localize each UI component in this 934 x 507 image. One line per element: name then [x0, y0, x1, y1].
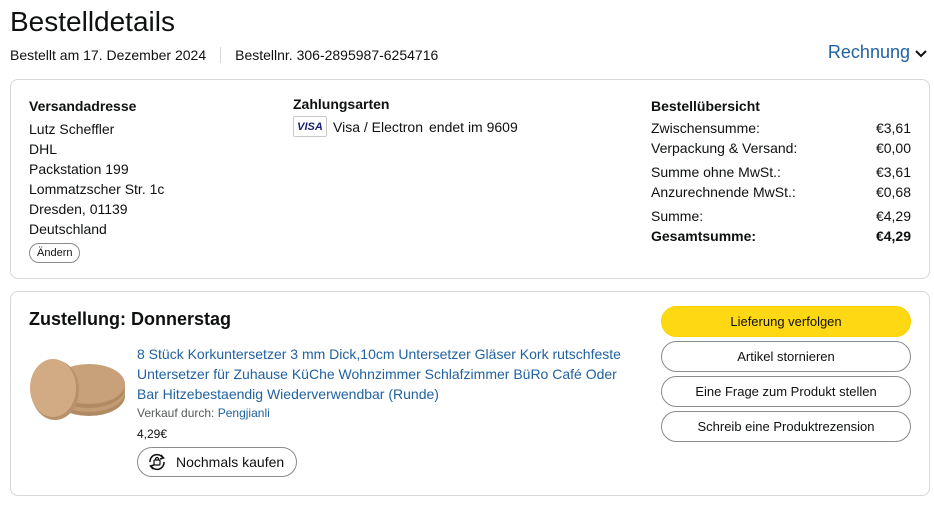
summary-value: €3,61: [875, 164, 911, 180]
summary-row: Summe: €4,29: [651, 206, 911, 226]
address-line: Packstation 199: [29, 161, 129, 177]
summary-row: Verpackung & Versand: €0,00: [651, 138, 911, 158]
buy-again-button[interactable]: Nochmals kaufen: [137, 447, 298, 477]
invoice-label: Rechnung: [827, 42, 910, 62]
delivery-title: Zustellung: Donnerstag: [29, 309, 231, 329]
product-price: 4,29€: [137, 427, 168, 441]
rebuy-icon: [149, 453, 165, 471]
shipping-address: Versandadresse Lutz Scheffler DHL Packst…: [29, 96, 164, 263]
card-ending: endet im 9609: [429, 118, 518, 135]
summary-label: Gesamtsumme:: [651, 228, 757, 244]
address-line: DHL: [29, 141, 58, 157]
card-name: Visa / Electron: [333, 118, 424, 135]
shipping-heading: Versandadresse: [29, 98, 137, 114]
order-info-card: Versandadresse Lutz Scheffler DHL Packst…: [10, 79, 930, 279]
track-package-button[interactable]: Lieferung verfolgen: [661, 306, 911, 337]
summary-value: €3,61: [875, 120, 911, 136]
delivery-card: Zustellung: Donnerstag 8 Stück Korkunter…: [10, 291, 930, 496]
payment-heading: Zahlungsarten: [293, 96, 390, 112]
summary-label: Anzurechnende MwSt.:: [651, 184, 796, 200]
seller-label: Verkauf durch:: [137, 406, 215, 420]
order-actions: Lieferung verfolgen Artikel stornieren E…: [661, 306, 911, 446]
product-image[interactable]: [27, 352, 127, 422]
address-line: Dresden, 01139: [29, 201, 128, 217]
divider: [220, 47, 222, 63]
summary-value: €0,00: [875, 140, 911, 156]
address-line: Lommatzscher Str. 1c: [29, 181, 165, 197]
cancel-item-button[interactable]: Artikel stornieren: [661, 341, 911, 372]
payment-method: Zahlungsarten VISA Visa / Electron endet…: [293, 96, 518, 137]
summary-row: Anzurechnende MwSt.: €0,68: [651, 182, 911, 202]
address-line: Deutschland: [29, 221, 107, 237]
summary-label: Summe:: [651, 208, 704, 224]
write-review-button[interactable]: Schreib eine Produktrezension: [661, 411, 911, 442]
buy-again-label: Nochmals kaufen: [176, 454, 285, 470]
visa-icon: VISA: [293, 116, 327, 137]
summary-row: Zwischensumme: €3,61: [651, 118, 911, 138]
order-meta: Bestellt am 17. Dezember 2024 Bestellnr.…: [10, 47, 438, 63]
summary-heading: Bestellübersicht: [651, 98, 760, 114]
summary-label: Zwischensumme:: [651, 120, 760, 136]
summary-row: Summe ohne MwSt.: €3,61: [651, 162, 911, 182]
invoice-dropdown[interactable]: Rechnung: [828, 42, 928, 63]
page-title: Bestelldetails: [10, 6, 175, 37]
order-date: Bestellt am 17. Dezember 2024: [10, 47, 207, 63]
summary-label: Summe ohne MwSt.:: [651, 164, 781, 180]
order-summary: Bestellübersicht Zwischensumme: €3,61 Ve…: [651, 96, 911, 246]
product-title-link[interactable]: 8 Stück Korkuntersetzer 3 mm Dick,10cm U…: [137, 344, 637, 404]
summary-value: €0,68: [875, 184, 911, 200]
summary-total-row: Gesamtsumme: €4,29: [651, 226, 911, 246]
order-number: Bestellnr. 306-2895987-6254716: [235, 47, 439, 63]
summary-label: Verpackung & Versand:: [651, 140, 798, 156]
chevron-down-icon: [915, 49, 927, 57]
ask-question-button[interactable]: Eine Frage zum Produkt stellen: [661, 376, 911, 407]
address-line: Lutz Scheffler: [29, 121, 115, 137]
summary-value: €4,29: [875, 228, 911, 244]
seller-link[interactable]: Pengjianli: [218, 406, 270, 420]
seller-info: Verkauf durch: Pengjianli: [137, 406, 270, 420]
payment-card-row: VISA Visa / Electron endet im 9609: [293, 116, 518, 137]
summary-value: €4,29: [875, 208, 911, 224]
change-address-button[interactable]: Ändern: [29, 243, 81, 263]
